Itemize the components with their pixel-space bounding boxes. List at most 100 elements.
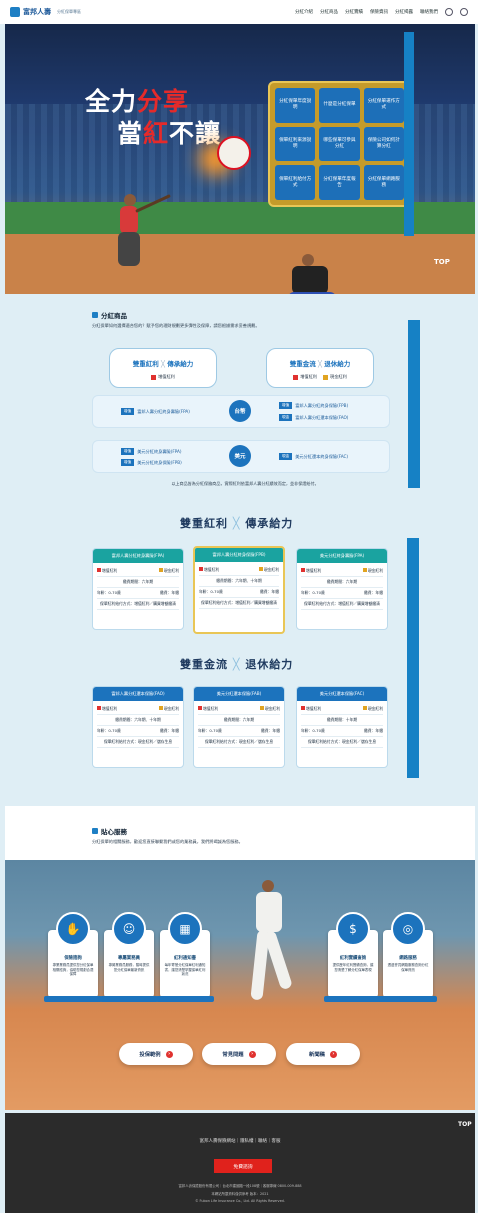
service-card[interactable]: ✋ 保險諮詢 專業業務員提供您分紅保單相關諮詢，協助您規劃合適保障: [44, 912, 102, 1002]
card-title: 美元分紅還本保險(FAC): [297, 687, 387, 701]
topic-grid: 分紅保單年度說明 什麼是分紅保單 分紅保單運作方式 保單紅利來源說明 哪些保單可…: [268, 81, 411, 207]
money-icon: $: [336, 912, 370, 946]
top-header: 富邦人壽 分紅保單專區 分紅介紹 分紅商品 分紅實績 保險資訊 分紅揭露 聯絡我…: [0, 0, 478, 24]
card-cap: [156, 996, 214, 1002]
topic-cell[interactable]: 保單紅利給付方式: [275, 165, 316, 200]
topic-cell[interactable]: 保險公司如何計算分紅: [363, 126, 404, 162]
products-note: 以上商品皆為分紅保險商品，實際紅利依富邦人壽分紅績效而定，並非保證給付。: [171, 481, 319, 486]
card-title: 美元分紅終身壽險(FPA): [297, 549, 387, 563]
logo-subtitle: 分紅保單專區: [57, 9, 81, 14]
search-icon[interactable]: [445, 8, 453, 16]
topic-cell[interactable]: 分紅保單運作方式: [363, 88, 404, 123]
products-header: 分紅商品: [92, 310, 127, 320]
hand-coin-icon: ✋: [56, 912, 90, 946]
section-icon: [92, 312, 98, 318]
combo-box-left: 雙重紅利 ╳ 傳承給力 增值紅利: [109, 348, 217, 388]
combo-box-right: 雙重金流 ╳ 退休給力 增值紅利 現金紅利: [266, 348, 374, 388]
currency-circle-twd: 台幣: [229, 400, 251, 422]
service-title: 貼心服務: [101, 828, 127, 836]
top-button[interactable]: TOP: [434, 258, 464, 274]
infield-dirt: [5, 234, 475, 294]
topic-cell[interactable]: 什麼是分紅保單: [319, 88, 360, 123]
logo-text: 富邦人壽: [23, 8, 51, 16]
nav-item[interactable]: 分紅商品: [320, 9, 338, 15]
product-card[interactable]: 美元分紅還本保險(FAC) 增值紅利 現金紅利 繳費期間：十年期 年齡：0-70歲…: [296, 686, 388, 768]
pitcher-illustration: [240, 880, 300, 1020]
service-description: 分紅保單的相關服務，歡迎您直接聯繫我們或您的業務員，我們將竭誠為您服務。: [92, 839, 243, 844]
brand-logo[interactable]: 富邦人壽 分紅保單專區: [10, 7, 81, 17]
pitcher-figure: [280, 254, 360, 294]
user-icon[interactable]: [460, 8, 468, 16]
product-row[interactable]: 現金 富邦人壽分紅還本保險(FAO): [279, 414, 348, 421]
arrow-icon: ›: [329, 1050, 337, 1058]
site-footer: TOP 富邦人壽保險網站｜隱私權｜聯絡｜客服 免費諮詢 富邦人壽保險股份有限公司…: [5, 1113, 475, 1213]
baseball-icon: [217, 136, 251, 170]
nav-item[interactable]: 聯絡我們: [420, 9, 438, 15]
faq-button[interactable]: 常見問題 ›: [202, 1043, 276, 1065]
topic-cell[interactable]: 分紅保單年度說明: [275, 88, 316, 123]
footer-version: 本網站所載資料僅供參考 版本：2021: [211, 1192, 269, 1196]
product-card[interactable]: 富邦人壽分紅終身壽險(FPA) 增值紅利 現金紅利 繳費期間：六年期 年齡：0-7…: [92, 548, 184, 630]
agent-icon: ☺: [112, 912, 146, 946]
service-card[interactable]: ▦ 紅利通知書 每年寄發分紅保單紅利通知書，讓您清楚掌握保單紅利狀況: [156, 912, 214, 1002]
combo-title: 雙重紅利 ╳ 傳承給力: [132, 360, 194, 368]
news-button[interactable]: 新聞稿 ›: [286, 1043, 360, 1065]
batter-figure: [110, 194, 171, 274]
footer-copyright: © Fubon Life Insurance Co., Ltd. All Rig…: [195, 1199, 285, 1203]
nav-item[interactable]: 分紅揭露: [395, 9, 413, 15]
combo-tags: 增值紅利: [110, 374, 216, 380]
service-card[interactable]: ◎ 網路服務 透過會員網路服務查詢分紅保單資訊: [379, 912, 437, 1002]
footer-links[interactable]: 富邦人壽保險網站｜隱私權｜聯絡｜客服: [5, 1138, 475, 1144]
topic-cell[interactable]: 分紅保單年度報告: [319, 165, 360, 200]
topic-cell[interactable]: 哪些保單可參與分紅: [319, 126, 360, 162]
arrow-icon: ›: [248, 1050, 256, 1058]
product-card[interactable]: 富邦人壽分紅終身保險(FPB) 增值紅利 現金紅利 繳費期間：六年期、十年期 年齡…: [193, 546, 285, 634]
product-card[interactable]: 美元分紅終身壽險(FPA) 增值紅利 現金紅利 繳費期間：六年期 年齡：0-70歲…: [296, 548, 388, 630]
card-cap: [100, 996, 158, 1002]
tag-swatch: [323, 374, 328, 380]
main-nav: 分紅介紹 分紅商品 分紅實績 保險資訊 分紅揭露 聯絡我們: [295, 8, 468, 16]
product-row[interactable]: 增值 美元分紅終身保險(FPB): [121, 459, 182, 466]
service-card[interactable]: $ 紅利實績查詢 提供歷年紅利實績查詢，讓您清楚了解分紅保單表現: [324, 912, 382, 1002]
product-row[interactable]: 增值 富邦人壽分紅終身保險(FPB): [279, 402, 348, 409]
card-title: 美元分紅還本保險(FAB): [194, 687, 284, 701]
currency-circle-usd: 美元: [229, 445, 251, 467]
products-description: 分紅保單如何選擇適合您的？賦予您的理財規劃更多彈性及保障，請您根據需求妥善規劃。: [92, 323, 260, 328]
nav-item[interactable]: 分紅介紹: [295, 9, 313, 15]
logo-icon: [10, 7, 20, 17]
hero-title-line1: 全力分享: [85, 87, 190, 116]
card-title: 富邦人壽分紅終身保險(FPB): [195, 548, 283, 562]
product-row[interactable]: 增值 美元分紅終身壽險(FPA): [121, 448, 182, 455]
combo-title: 雙重金流 ╳ 退休給力: [289, 360, 351, 368]
calendar-icon: ▦: [168, 912, 202, 946]
section-icon: [92, 828, 98, 834]
consult-button[interactable]: 免費諮詢: [214, 1159, 272, 1173]
products-title: 分紅商品: [101, 312, 127, 320]
example-button[interactable]: 投保範例 ›: [119, 1043, 193, 1065]
group-title-cashflow: 雙重金流 ╳ 退休給力: [180, 658, 294, 671]
topic-cell[interactable]: 分紅保單網路服務: [363, 165, 404, 200]
group-title-dividend: 雙重紅利 ╳ 傳承給力: [180, 517, 294, 530]
nav-item[interactable]: 分紅實績: [345, 9, 363, 15]
product-row[interactable]: 現金 美元分紅還本終身保險(FAC): [279, 453, 348, 460]
product-card[interactable]: 富邦人壽分紅還本保險(FAO) 增值紅利 現金紅利 繳費期間：六年期、十年期 年齡…: [92, 686, 184, 768]
footer-company-info: 富邦人壽保險股份有限公司｜台北市建國路一段108號｜客服專線 0800-009-…: [178, 1184, 302, 1188]
side-marker: [404, 32, 414, 236]
topic-cell[interactable]: 保單紅利來源說明: [275, 126, 316, 162]
service-card[interactable]: ☺ 專屬業務員 專屬業務員服務，隨時提供您分紅保單最新資訊: [100, 912, 158, 1002]
card-title: 富邦人壽分紅終身壽險(FPA): [93, 549, 183, 563]
nav-item[interactable]: 保險資訊: [370, 9, 388, 15]
card-cap: [44, 996, 102, 1002]
arrow-icon: ›: [165, 1050, 173, 1058]
product-card[interactable]: 美元分紅還本保險(FAB) 增值紅利 現金紅利 繳費期間：六年期 年齡：0-70歲…: [193, 686, 285, 768]
tag-swatch: [151, 374, 157, 380]
card-cap: [379, 996, 437, 1002]
tag-swatch: [293, 374, 299, 380]
web-icon: ◎: [391, 912, 425, 946]
side-marker: [407, 538, 419, 778]
service-header: 貼心服務: [92, 826, 127, 836]
side-marker: [408, 320, 420, 488]
card-title: 富邦人壽分紅還本保險(FAO): [93, 687, 183, 701]
footer-top-button[interactable]: TOP: [458, 1121, 472, 1128]
product-row[interactable]: 增值 富邦人壽分紅終身壽險(FPA): [121, 408, 190, 415]
